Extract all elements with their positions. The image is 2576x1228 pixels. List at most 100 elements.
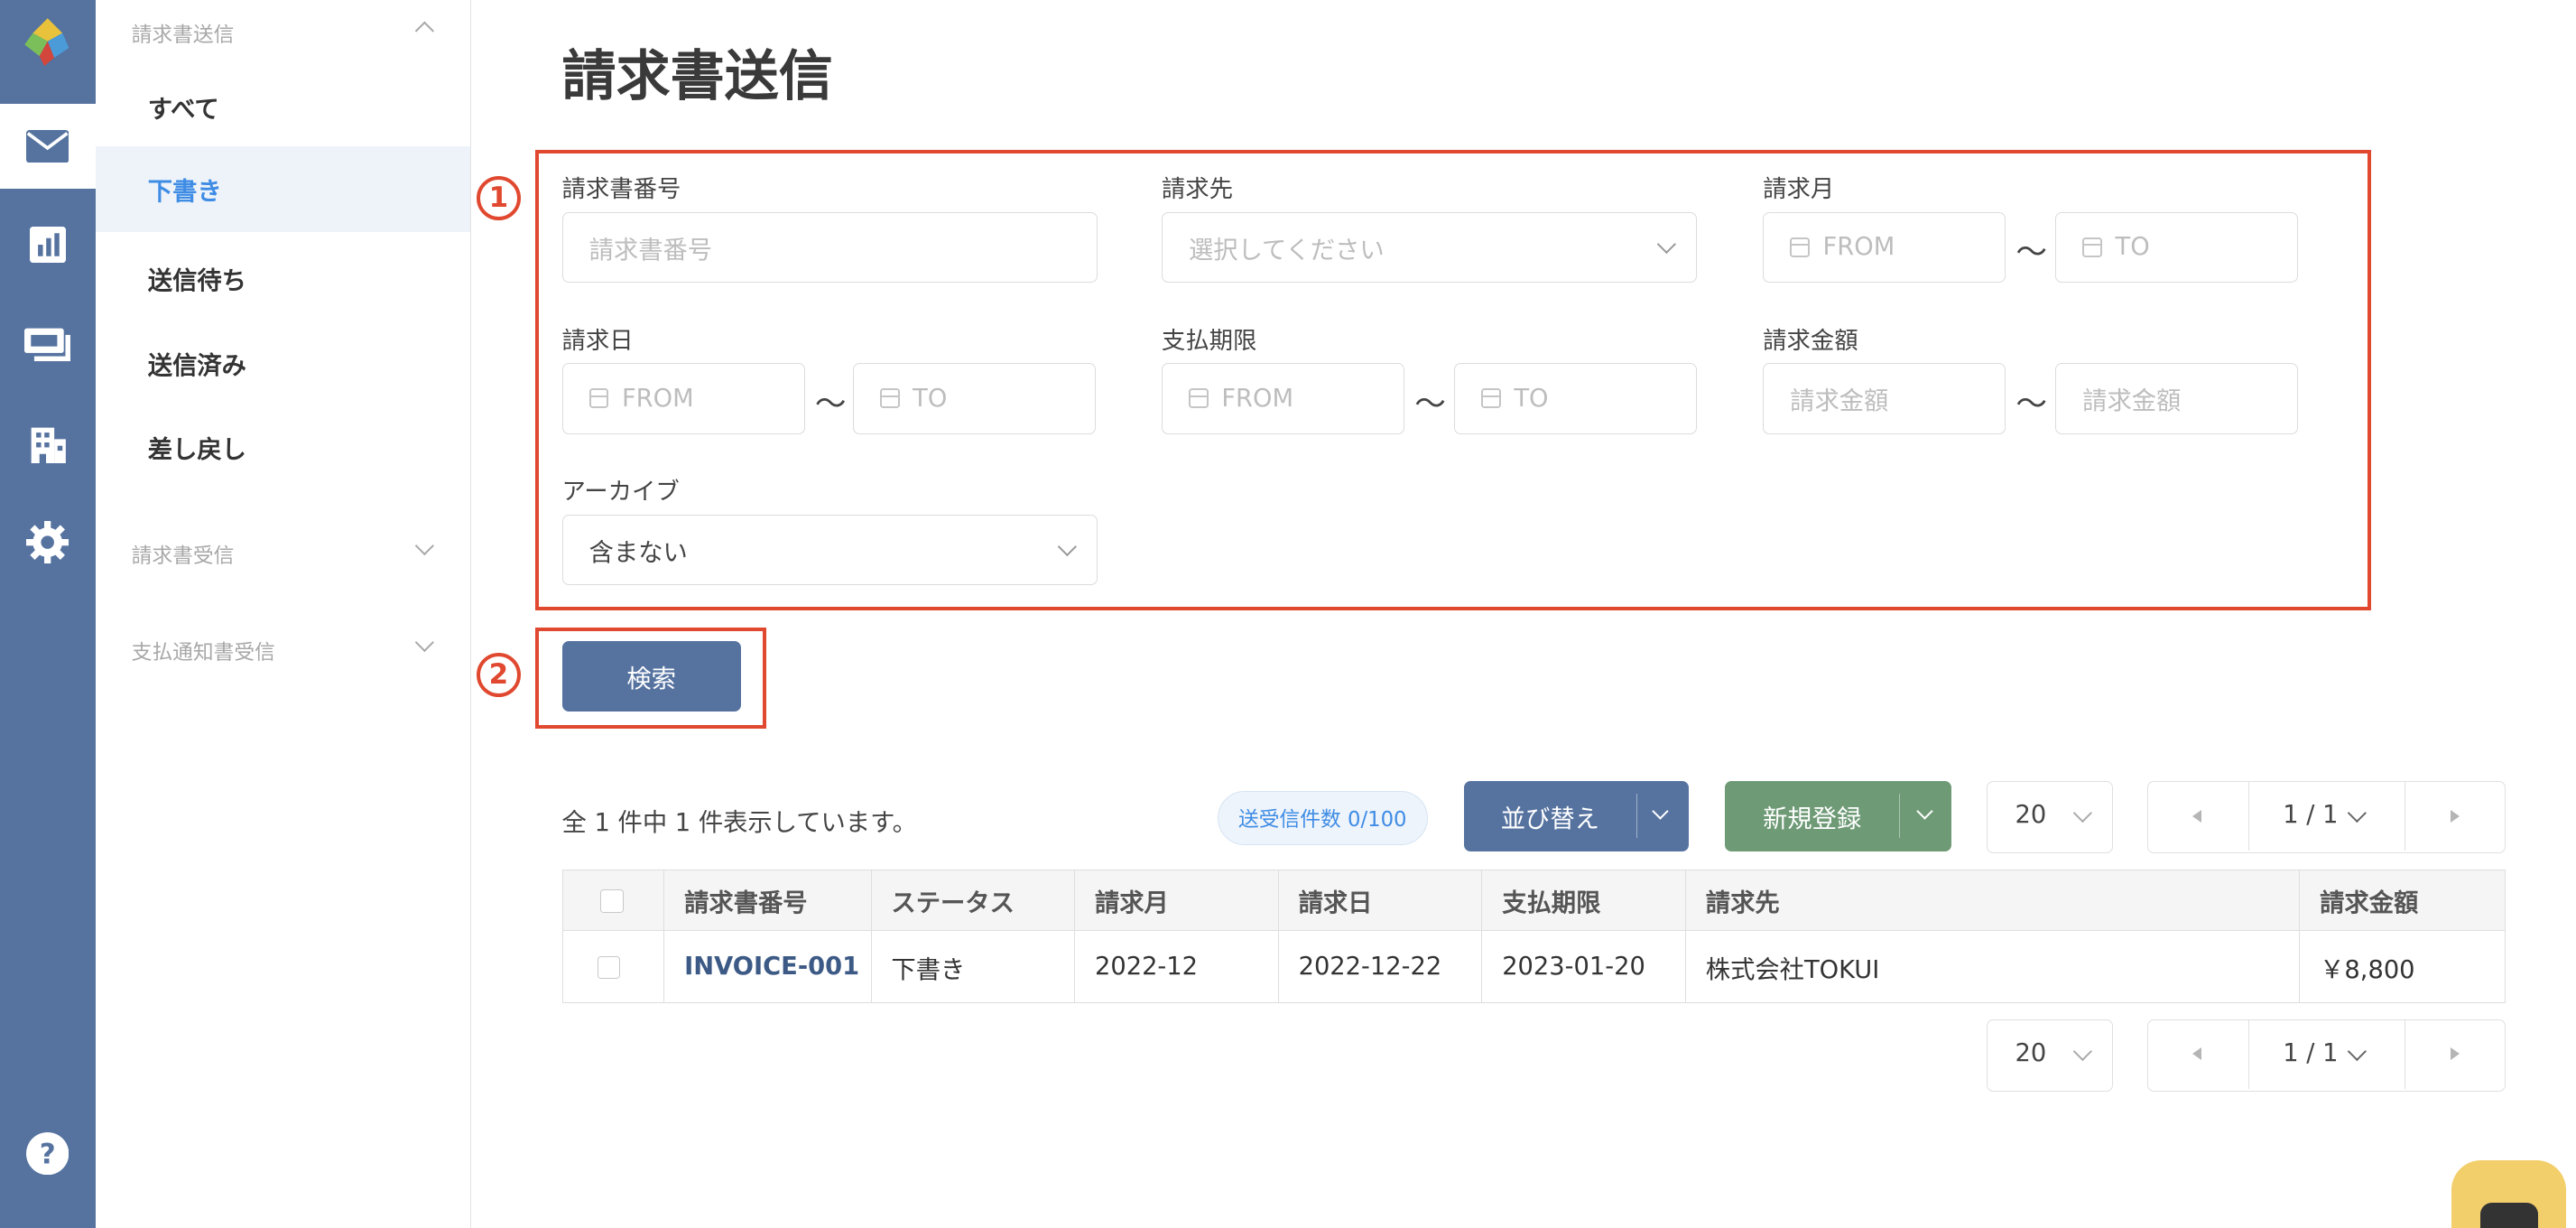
billing-month-to-input[interactable]: TO: [2055, 211, 2299, 284]
chevron-down-icon: [2072, 1041, 2092, 1061]
calendar-icon: [1480, 388, 1501, 409]
chevron-down-icon[interactable]: [414, 535, 434, 555]
client-label: 請求先: [1161, 176, 1234, 204]
amount-label: 請求金額: [1763, 327, 1858, 355]
select-all-checkbox[interactable]: [600, 889, 624, 913]
next-page-icon[interactable]: [2450, 1047, 2460, 1061]
chevron-up-icon[interactable]: [414, 22, 434, 42]
due-date-to-input[interactable]: TO: [1453, 363, 1698, 434]
new-registration-button[interactable]: 新規登録: [1725, 780, 1952, 851]
calendar-icon: [1790, 237, 1810, 257]
to-placeholder: TO: [913, 384, 948, 413]
page-title: 請求書送信: [561, 45, 833, 109]
column-header-amount[interactable]: 請求金額: [2299, 869, 2506, 932]
from-placeholder: FROM: [1822, 233, 1895, 262]
billing-date-label: 請求日: [561, 327, 634, 355]
select-all-cell: [561, 869, 665, 932]
gear-icon[interactable]: [0, 499, 96, 585]
chevron-down-icon[interactable]: [2347, 803, 2367, 823]
amount-to-input[interactable]: 請求金額: [2055, 363, 2299, 434]
sidebar-section-send[interactable]: 請求書送信: [132, 18, 235, 48]
app-logo-icon[interactable]: [0, 0, 96, 82]
due-date-from-input[interactable]: FROM: [1161, 363, 1405, 434]
table-header-row: 請求書番号 ステータス 請求月 請求日 支払期限 請求先 請求金額: [561, 869, 2506, 932]
due-date-label: 支払期限: [1161, 327, 1257, 355]
chevron-down-icon[interactable]: [414, 633, 434, 653]
client-select[interactable]: 選択してください: [1161, 211, 1698, 284]
amount-from-input[interactable]: 請求金額: [1763, 363, 2006, 434]
next-page-icon[interactable]: [2450, 809, 2460, 823]
range-separator: 〜: [2015, 386, 2047, 423]
chevron-down-icon[interactable]: [2347, 1041, 2367, 1061]
pagination-bottom: 1 / 1: [2147, 1019, 2506, 1092]
archive-label: アーカイブ: [561, 479, 680, 507]
column-header-client[interactable]: 請求先: [1684, 869, 2301, 932]
column-header-invoice-no[interactable]: 請求書番号: [663, 869, 872, 932]
page-size-select-bottom[interactable]: 20: [1986, 1019, 2113, 1092]
count-badge: 送受信件数 0/100: [1217, 790, 1428, 845]
prev-page-icon[interactable]: [2191, 1047, 2202, 1061]
invoice-number-placeholder: 請求書番号: [588, 236, 713, 265]
chevron-down-icon[interactable]: [1916, 803, 1933, 820]
archive-value: 含まない: [588, 538, 688, 567]
calendar-icon: [588, 388, 609, 409]
sidebar-item-returned[interactable]: 差し戻し: [96, 405, 470, 490]
divider: [1635, 794, 1637, 839]
column-header-status[interactable]: ステータス: [870, 869, 1076, 932]
calendar-icon: [1188, 388, 1209, 409]
page-indicator[interactable]: 1 / 1: [2283, 1039, 2338, 1067]
status-cell: 下書き: [870, 930, 1076, 1004]
chevron-down-icon: [2072, 803, 2092, 823]
archive-select[interactable]: 含まない: [561, 514, 1098, 585]
column-header-month[interactable]: 請求月: [1074, 869, 1279, 932]
payment-icon[interactable]: [0, 301, 96, 386]
date-cell: 2022-12-22: [1277, 930, 1483, 1004]
annotation-number-2: 2: [476, 652, 521, 697]
chat-widget-button[interactable]: [2451, 1160, 2567, 1228]
annotation-number-1: 1: [476, 175, 521, 220]
chevron-down-icon[interactable]: [1652, 803, 1669, 820]
result-summary: 全 1 件中 1 件表示しています。: [561, 809, 917, 838]
sidebar-section-receive[interactable]: 請求書受信: [132, 539, 235, 569]
sidebar-item-sent[interactable]: 送信済み: [96, 321, 470, 406]
help-icon[interactable]: ?: [0, 1111, 96, 1196]
calendar-icon: [2082, 237, 2102, 257]
column-header-date[interactable]: 請求日: [1277, 869, 1483, 932]
sidebar: 請求書送信 すべて 下書き 送信待ち 送信済み 差し戻し 請求書受信 支払通知書…: [95, 0, 472, 1228]
row-select-cell: [561, 930, 665, 1004]
row-checkbox[interactable]: [597, 956, 621, 980]
range-separator: 〜: [814, 386, 847, 423]
chart-icon[interactable]: [0, 202, 96, 288]
client-placeholder: 選択してください: [1188, 236, 1385, 265]
invoice-table: 請求書番号 ステータス 請求月 請求日 支払期限 請求先 請求金額 INVOIC…: [561, 869, 2506, 1004]
table-row[interactable]: INVOICE-001 下書き 2022-12 2022-12-22 2023-…: [561, 930, 2506, 1004]
page-size-select[interactable]: 20: [1986, 780, 2113, 853]
sort-button[interactable]: 並び替え: [1463, 780, 1690, 851]
invoice-number-link[interactable]: INVOICE-001: [663, 930, 872, 1004]
search-button[interactable]: 検索: [561, 640, 741, 712]
sidebar-item-draft[interactable]: 下書き: [95, 145, 470, 232]
from-placeholder: FROM: [1221, 384, 1294, 413]
divider: [2248, 1019, 2249, 1089]
billing-month-from-input[interactable]: FROM: [1763, 211, 2006, 284]
sort-button-label: 並び替え: [1500, 805, 1599, 833]
sidebar-item-all[interactable]: すべて: [96, 64, 470, 150]
month-cell: 2022-12: [1074, 930, 1279, 1004]
sidebar-item-pending[interactable]: 送信待ち: [96, 235, 470, 321]
building-icon[interactable]: [0, 401, 96, 487]
invoice-number-input[interactable]: 請求書番号: [561, 211, 1098, 284]
to-placeholder: TO: [2115, 233, 2150, 262]
pagination: 1 / 1: [2147, 780, 2506, 853]
page-size-value: 20: [2015, 801, 2047, 830]
prev-page-icon[interactable]: [2191, 809, 2202, 823]
column-header-due[interactable]: 支払期限: [1481, 869, 1686, 932]
billing-date-to-input[interactable]: TO: [852, 363, 1097, 434]
invoice-number-label: 請求書番号: [561, 176, 681, 204]
sidebar-section-payment[interactable]: 支払通知書受信: [132, 636, 275, 665]
billing-date-from-input[interactable]: FROM: [561, 363, 805, 434]
client-cell: 株式会社TOKUI: [1684, 930, 2301, 1004]
mail-icon[interactable]: [0, 103, 96, 190]
page-indicator[interactable]: 1 / 1: [2283, 801, 2338, 829]
due-cell: 2023-01-20: [1481, 930, 1686, 1004]
divider: [2248, 781, 2249, 851]
